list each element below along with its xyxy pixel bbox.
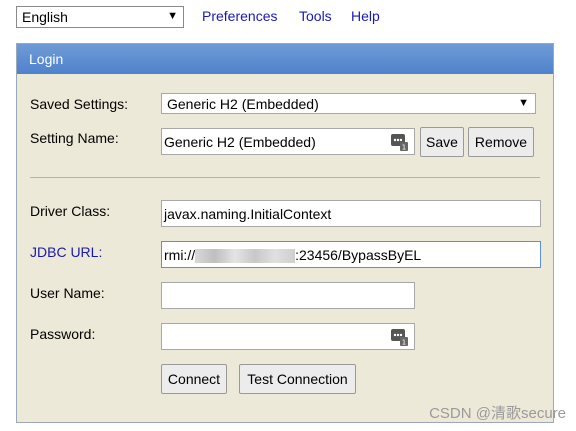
jdbc-url-input[interactable]: rmi:// :23456/BypassByEL <box>161 241 541 268</box>
watermark: CSDN @清歌secure <box>429 405 566 422</box>
save-button[interactable]: Save <box>420 127 464 157</box>
preferences-link[interactable]: Preferences <box>202 8 277 24</box>
language-select[interactable]: English ▼ <box>16 6 184 28</box>
help-link[interactable]: Help <box>351 8 380 24</box>
driver-class-label: Driver Class: <box>30 203 111 219</box>
jdbc-url-suffix: :23456/BypassByEL <box>295 247 422 263</box>
login-panel-header: Login <box>17 44 553 74</box>
driver-class-value: javax.naming.InitialContext <box>164 206 332 222</box>
chevron-down-icon: ▼ <box>518 97 529 109</box>
setting-name-value: Generic H2 (Embedded) <box>164 134 316 150</box>
remove-button[interactable]: Remove <box>468 127 534 157</box>
login-title: Login <box>29 51 64 67</box>
user-name-label: User Name: <box>30 285 105 301</box>
save-button-label: Save <box>426 134 458 150</box>
saved-settings-value: Generic H2 (Embedded) <box>167 96 319 112</box>
jdbc-url-prefix: rmi:// <box>164 247 196 263</box>
setting-name-input[interactable]: Generic H2 (Embedded) 1 <box>161 128 415 155</box>
connect-button[interactable]: Connect <box>161 364 227 394</box>
redacted-host <box>195 249 296 264</box>
chevron-down-icon: ▼ <box>167 10 178 22</box>
user-name-input[interactable] <box>161 282 415 309</box>
svg-text:1: 1 <box>402 144 406 152</box>
test-connection-button-label: Test Connection <box>247 371 348 387</box>
svg-text:1: 1 <box>402 339 406 347</box>
test-connection-button[interactable]: Test Connection <box>239 364 356 394</box>
setting-name-label: Setting Name: <box>30 130 119 146</box>
password-input[interactable]: 1 <box>161 323 415 350</box>
driver-class-input[interactable]: javax.naming.InitialContext <box>161 200 541 227</box>
tools-link[interactable]: Tools <box>299 8 332 24</box>
remove-button-label: Remove <box>474 134 528 150</box>
language-select-value: English <box>22 9 68 25</box>
jdbc-url-label[interactable]: JDBC URL: <box>30 244 102 260</box>
connect-button-label: Connect <box>167 371 221 387</box>
saved-settings-label: Saved Settings: <box>30 96 129 112</box>
saved-settings-select[interactable]: Generic H2 (Embedded) ▼ <box>161 93 536 114</box>
divider <box>30 177 540 178</box>
password-manager-icon[interactable]: 1 <box>390 133 408 151</box>
jdbc-url-value: rmi:// :23456/BypassByEL <box>164 247 422 264</box>
password-label: Password: <box>30 326 96 342</box>
password-manager-icon[interactable]: 1 <box>390 328 408 346</box>
